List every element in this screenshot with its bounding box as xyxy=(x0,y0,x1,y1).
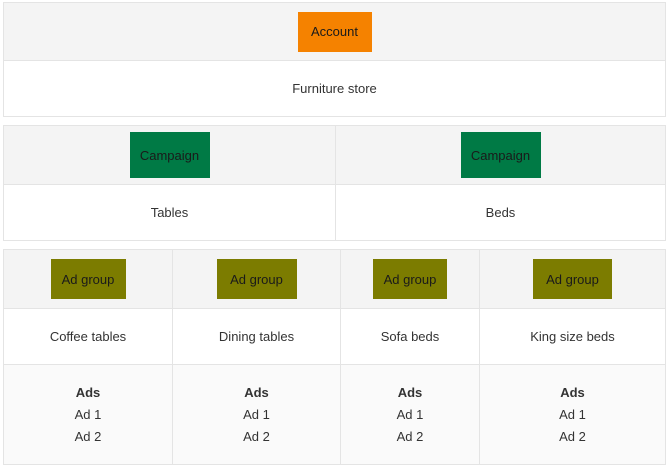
adgroup-header-cell: Ad group xyxy=(172,250,340,308)
adgroup-name: Sofa beds xyxy=(340,308,479,364)
ad-item: Ad 1 xyxy=(559,406,586,422)
campaign-name: Beds xyxy=(335,184,665,240)
adgroup-header-cell: Ad group xyxy=(4,250,172,308)
adgroup-level: Ad group Ad group Ad group Ad group Coff… xyxy=(3,249,666,465)
ads-list: Ads Ad 1 Ad 2 xyxy=(340,364,479,464)
ad-item: Ad 2 xyxy=(243,428,270,444)
adgroup-badge: Ad group xyxy=(50,259,126,299)
account-name: Furniture store xyxy=(4,60,665,116)
ads-title: Ads xyxy=(560,384,585,400)
campaign-header-cell: Campaign xyxy=(335,126,665,184)
ad-item: Ad 1 xyxy=(74,406,102,422)
campaign-header-cell: Campaign xyxy=(4,126,335,184)
campaign-name: Tables xyxy=(4,184,335,240)
adgroup-header-cell: Ad group xyxy=(340,250,479,308)
account-header-cell: Account xyxy=(4,3,665,60)
campaign-badge: Campaign xyxy=(129,132,210,178)
ad-item: Ad 1 xyxy=(396,406,424,422)
adgroup-header-cell: Ad group xyxy=(479,250,665,308)
adgroup-badge: Ad group xyxy=(533,259,612,299)
campaign-badge: Campaign xyxy=(460,132,541,178)
adgroup-name: Coffee tables xyxy=(4,308,172,364)
ads-list: Ads Ad 1 Ad 2 xyxy=(479,364,665,464)
adgroup-name: Dining tables xyxy=(172,308,340,364)
ads-list: Ads Ad 1 Ad 2 xyxy=(4,364,172,464)
ad-item: Ad 2 xyxy=(559,428,586,444)
ads-title: Ads xyxy=(75,384,101,400)
ad-item: Ad 2 xyxy=(396,428,424,444)
adgroup-name: King size beds xyxy=(479,308,665,364)
adgroup-badge: Ad group xyxy=(216,259,297,299)
campaign-level: Campaign Campaign Tables Beds xyxy=(3,125,666,241)
adgroup-badge: Ad group xyxy=(373,259,447,299)
ads-title: Ads xyxy=(397,384,423,400)
ad-item: Ad 2 xyxy=(74,428,102,444)
account-level: Account Furniture store xyxy=(3,2,666,117)
account-badge: Account xyxy=(297,11,372,52)
ads-title: Ads xyxy=(244,384,269,400)
ad-item: Ad 1 xyxy=(243,406,270,422)
ads-list: Ads Ad 1 Ad 2 xyxy=(172,364,340,464)
